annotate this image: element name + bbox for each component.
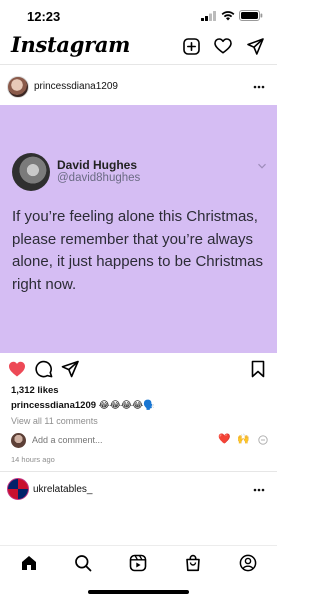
profile-icon[interactable]: [239, 554, 257, 572]
more-options-icon[interactable]: [252, 483, 266, 497]
avatar[interactable]: [7, 76, 29, 98]
likes-count[interactable]: 1,312 likes: [11, 385, 59, 396]
bottom-nav: [0, 545, 277, 579]
more-options-icon[interactable]: [252, 80, 266, 94]
header-actions: [181, 36, 265, 56]
wifi-icon: [221, 10, 235, 20]
cellular-icon: [201, 10, 216, 21]
post-action-bar: [0, 356, 277, 382]
post-timestamp: 14 hours ago: [11, 455, 55, 464]
app-header: Instagram: [0, 30, 277, 62]
status-bar: 12:23: [0, 0, 277, 30]
new-post-button[interactable]: [181, 36, 201, 56]
save-icon[interactable]: [249, 360, 267, 378]
post-header: princessdiana1209: [0, 72, 277, 104]
quick-reaction-raised-hands[interactable]: 🙌: [237, 434, 249, 445]
shop-icon[interactable]: [184, 554, 202, 572]
battery-icon: [239, 10, 263, 21]
new-post-icon: [182, 37, 200, 55]
status-icons: [201, 10, 263, 21]
tweet-avatar: [12, 153, 50, 191]
post-image[interactable]: David Hughes @david8hughes If you’re fee…: [0, 105, 277, 353]
quick-reaction-heart[interactable]: ❤️: [218, 434, 230, 445]
tweet-author-name: David Hughes: [57, 158, 138, 172]
tweet-author-handle: @david8hughes: [57, 172, 141, 184]
like-filled-icon[interactable]: [8, 360, 26, 378]
post-caption: princessdiana1209 😂😂😂😂🗣️: [11, 400, 155, 411]
share-icon[interactable]: [61, 360, 79, 378]
add-comment-row: ❤️ 🙌: [0, 431, 277, 451]
chevron-down-icon: [258, 163, 266, 169]
status-time: 12:23: [27, 9, 61, 24]
reels-icon[interactable]: [129, 554, 147, 572]
next-post-username[interactable]: ukrelatables_: [33, 484, 92, 495]
heart-icon: [214, 38, 232, 54]
caption-text: 😂😂😂😂🗣️: [98, 400, 155, 411]
avatar: [11, 433, 26, 448]
post-username[interactable]: princessdiana1209: [34, 81, 118, 92]
post-divider: [0, 471, 277, 472]
activity-button[interactable]: [213, 36, 233, 56]
comment-input[interactable]: [32, 435, 182, 445]
home-icon[interactable]: [20, 554, 38, 572]
avatar[interactable]: [7, 478, 29, 500]
caption-username[interactable]: princessdiana1209: [11, 400, 96, 411]
add-emoji-icon[interactable]: [258, 435, 268, 445]
header-divider: [0, 64, 277, 65]
instagram-logo[interactable]: Instagram: [11, 32, 130, 57]
direct-message-icon: [246, 37, 264, 55]
home-indicator[interactable]: [88, 590, 189, 594]
comment-icon[interactable]: [35, 360, 53, 378]
view-comments-link[interactable]: View all 11 comments: [11, 416, 98, 426]
search-icon[interactable]: [74, 554, 92, 572]
tweet-text: If you’re feeling alone this Christmas, …: [12, 208, 263, 293]
direct-messages-button[interactable]: [245, 36, 265, 56]
next-post-header: ukrelatables_: [0, 476, 277, 506]
